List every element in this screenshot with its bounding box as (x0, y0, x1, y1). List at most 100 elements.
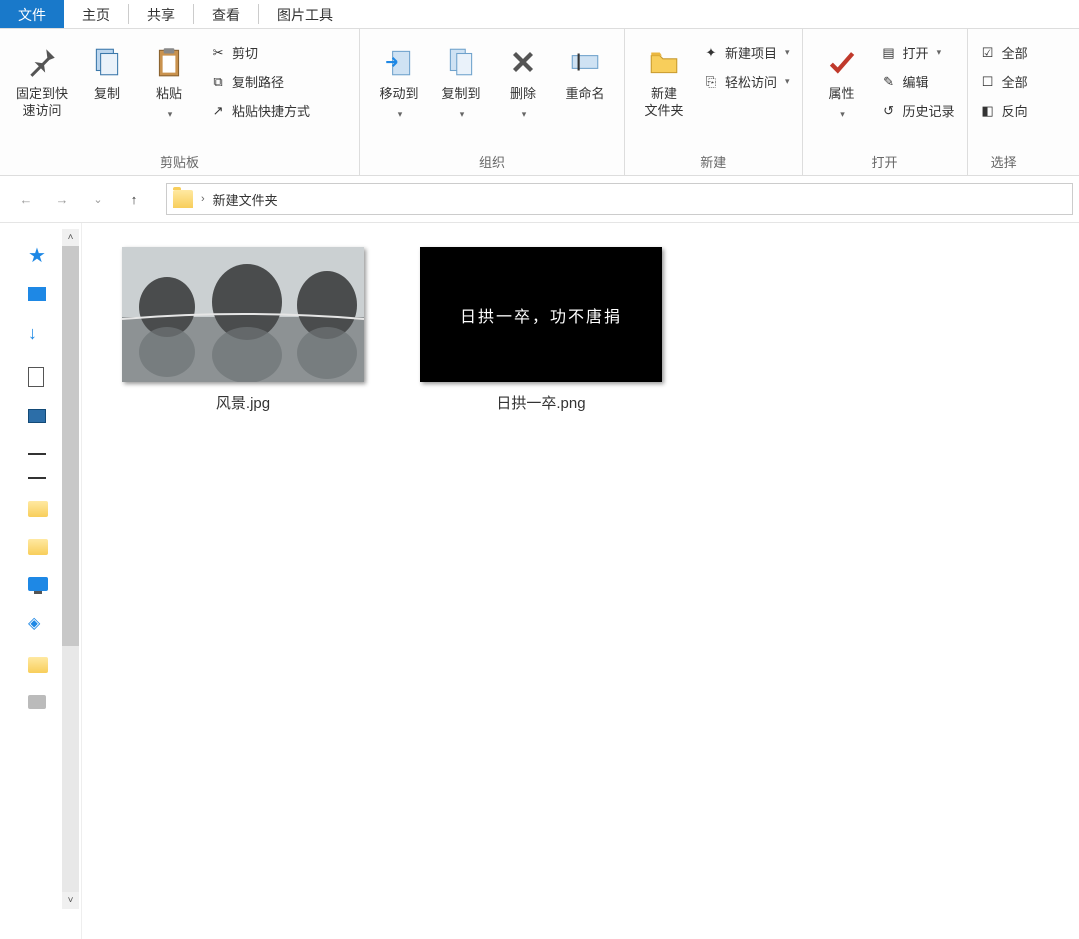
copy-to-icon (443, 44, 479, 80)
content-area: ★ ↓ ◈ ˄ ˅ (0, 223, 1079, 939)
checkmark-icon (824, 44, 860, 80)
pin-icon (24, 44, 60, 80)
tab-picture-tools[interactable]: 图片工具 (259, 0, 351, 28)
sidebar-item-this-pc[interactable] (28, 577, 48, 591)
chevron-down-icon: ▾ (785, 76, 790, 87)
sidebar-item-desktop[interactable] (28, 287, 46, 301)
sidebar-item-generic-2[interactable] (28, 477, 46, 479)
history-button[interactable]: ↺ 历史记录 (877, 98, 959, 123)
select-none-icon: ☐ (980, 74, 996, 90)
paste-button[interactable]: 粘贴 ▾ (138, 40, 200, 125)
sidebar-item-folder-3[interactable] (28, 657, 48, 673)
edit-icon: ✎ (881, 74, 897, 90)
folder-icon (173, 190, 193, 208)
new-item-label: 新建项目 (725, 43, 777, 62)
recent-locations-button[interactable]: ⌄ (86, 187, 110, 211)
file-name: 风景.jpg (216, 392, 270, 413)
ribbon-group-new: 新建 文件夹 ✦ 新建项目 ▾ ⎘ 轻松访问 ▾ 新建 (625, 29, 803, 175)
rename-label: 重命名 (565, 86, 604, 103)
forward-button[interactable]: → (50, 187, 74, 211)
copy-path-label: 复制路径 (232, 72, 284, 91)
sidebar-item-pictures[interactable] (28, 409, 54, 431)
tab-view[interactable]: 查看 (194, 0, 258, 28)
tab-home[interactable]: 主页 (64, 0, 128, 28)
file-name: 日拱一卒.png (496, 392, 585, 413)
clipboard-icon (151, 44, 187, 80)
breadcrumb-current[interactable]: 新建文件夹 (213, 190, 278, 209)
sidebar-scrollbar[interactable]: ˄ ˅ (62, 229, 79, 909)
copy-label: 复制 (94, 86, 120, 103)
delete-label: 删除 (510, 86, 536, 103)
ribbon-group-select: ☑ 全部 ☐ 全部 ◧ 反向 选择 (968, 29, 1040, 175)
copy-button[interactable]: 复制 (76, 40, 138, 107)
move-to-label: 移动到 (379, 86, 418, 103)
delete-icon (505, 44, 541, 80)
cut-button[interactable]: ✂ 剪切 (206, 40, 314, 65)
move-to-button[interactable]: 移动到 ▾ (368, 40, 430, 125)
sidebar-item-generic-1[interactable] (28, 453, 46, 455)
file-item[interactable]: 风景.jpg (122, 247, 364, 413)
move-to-icon (381, 44, 417, 80)
rename-button[interactable]: 重命名 (554, 40, 616, 107)
select-none-button[interactable]: ☐ 全部 (976, 69, 1032, 94)
edit-button[interactable]: ✎ 编辑 (877, 69, 959, 94)
menu-tabs: 文件 主页 共享 查看 图片工具 (0, 0, 1079, 29)
paste-shortcut-button[interactable]: ↗ 粘贴快捷方式 (206, 98, 314, 123)
copy-to-button[interactable]: 复制到 ▾ (430, 40, 492, 125)
ribbon-group-label-clipboard: 剪贴板 (8, 152, 351, 175)
file-item[interactable]: 日拱一卒，功不唐捐 日拱一卒.png (420, 247, 662, 413)
properties-button[interactable]: 属性 ▾ (811, 40, 873, 125)
select-all-label: 全部 (1002, 43, 1028, 62)
new-item-button[interactable]: ✦ 新建项目 ▾ (699, 40, 794, 65)
chevron-down-icon: ▾ (168, 109, 173, 121)
select-all-button[interactable]: ☑ 全部 (976, 40, 1032, 65)
ribbon-group-open: 属性 ▾ ▤ 打开 ▾ ✎ 编辑 ↺ 历史记录 打开 (803, 29, 968, 175)
breadcrumb-separator: › (201, 193, 205, 205)
chevron-down-icon: ▾ (460, 109, 465, 121)
new-folder-button[interactable]: 新建 文件夹 (633, 40, 695, 124)
sidebar-item-folder-1[interactable] (28, 501, 48, 517)
tab-file[interactable]: 文件 (0, 0, 64, 28)
pin-to-quick-access-button[interactable]: 固定到快 速访问 (8, 40, 76, 124)
invert-selection-button[interactable]: ◧ 反向 (976, 98, 1032, 123)
edit-label: 编辑 (903, 72, 929, 91)
sidebar-item-quick-access[interactable]: ★ (28, 243, 54, 265)
open-button[interactable]: ▤ 打开 ▾ (877, 40, 959, 65)
tab-share[interactable]: 共享 (129, 0, 193, 28)
chevron-down-icon: ▾ (785, 47, 790, 58)
scroll-up-button[interactable]: ˄ (62, 229, 79, 246)
cut-label: 剪切 (232, 43, 258, 62)
up-button[interactable]: ↑ (122, 187, 146, 211)
ribbon-group-label-new: 新建 (633, 152, 794, 175)
sidebar-item-downloads[interactable]: ↓ (28, 323, 54, 345)
scroll-thumb[interactable] (62, 246, 79, 646)
thumbnail-inner-text: 日拱一卒，功不唐捐 (460, 303, 622, 327)
open-label: 打开 (903, 43, 929, 62)
select-all-icon: ☑ (980, 45, 996, 61)
address-bar[interactable]: › 新建文件夹 (166, 183, 1073, 215)
paste-shortcut-label: 粘贴快捷方式 (232, 101, 310, 120)
file-list: 风景.jpg 日拱一卒，功不唐捐 日拱一卒.png (82, 223, 1079, 939)
select-none-label: 全部 (1002, 72, 1028, 91)
ribbon-group-label-organize: 组织 (368, 152, 616, 175)
folder-icon (646, 44, 682, 80)
sidebar-item-network[interactable]: ◈ (28, 613, 54, 635)
scroll-down-button[interactable]: ˅ (62, 892, 79, 909)
back-button[interactable]: ← (14, 187, 38, 211)
easy-access-button[interactable]: ⎘ 轻松访问 ▾ (699, 69, 794, 94)
new-folder-label: 新建 文件夹 (644, 86, 683, 120)
sidebar-item-documents[interactable] (28, 367, 44, 387)
address-row: ← → ⌄ ↑ › 新建文件夹 (0, 176, 1079, 223)
file-thumbnail-dark: 日拱一卒，功不唐捐 (420, 247, 662, 382)
properties-label: 属性 (829, 86, 855, 103)
sidebar-item-drive[interactable] (28, 695, 46, 709)
rename-icon (567, 44, 603, 80)
shortcut-icon: ↗ (210, 103, 226, 119)
sidebar-item-folder-2[interactable] (28, 539, 48, 555)
scroll-track[interactable] (62, 246, 79, 892)
copy-icon (89, 44, 125, 80)
copy-path-button[interactable]: ⧉ 复制路径 (206, 69, 314, 94)
delete-button[interactable]: 删除 ▾ (492, 40, 554, 125)
ribbon: 固定到快 速访问 复制 粘贴 ▾ ✂ 剪切 (0, 29, 1079, 176)
copy-path-icon: ⧉ (210, 74, 226, 90)
